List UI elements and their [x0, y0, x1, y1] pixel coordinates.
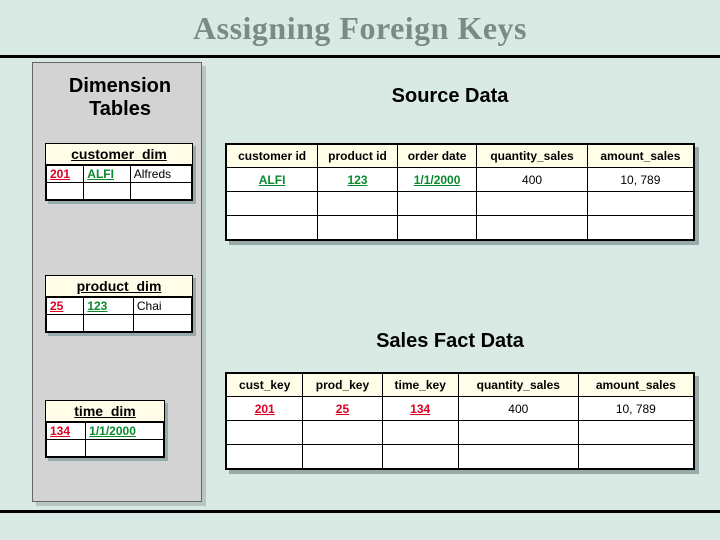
customer-dim-caption: customer_dim	[46, 144, 192, 165]
time-dim-key: 134	[47, 423, 86, 440]
col-header: order date	[397, 145, 477, 168]
table-row	[47, 315, 192, 332]
table-row: 134 1/1/2000	[47, 423, 164, 440]
col-header: quantity_sales	[477, 145, 587, 168]
page-title: Assigning Foreign Keys	[0, 0, 720, 47]
fact-cell: 400	[458, 397, 578, 421]
dimension-heading-text: Dimension Tables	[69, 75, 171, 120]
col-header: amount_sales	[587, 145, 693, 168]
customer-dim-name: Alfreds	[130, 166, 191, 183]
table-row	[47, 440, 164, 457]
dimension-heading: Dimension Tables	[40, 75, 200, 121]
table-row	[227, 421, 694, 445]
slide: Assigning Foreign Keys Dimension Tables …	[0, 0, 720, 540]
col-header: cust_key	[227, 374, 303, 397]
table-row: 201 25 134 400 10, 789	[227, 397, 694, 421]
src-cell: 123	[318, 168, 398, 192]
fact-heading: Sales Fact Data	[300, 330, 600, 353]
customer-dim-code: ALFI	[84, 166, 130, 183]
fact-cell: 10, 789	[578, 397, 693, 421]
divider-bottom	[0, 510, 720, 513]
table-row: 201 ALFI Alfreds	[47, 166, 192, 183]
product-dim-table: product_dim 25 123 Chai	[45, 275, 193, 333]
time-dim-caption: time_dim	[46, 401, 164, 422]
time-dim-table: time_dim 134 1/1/2000	[45, 400, 165, 458]
table-header-row: cust_key prod_key time_key quantity_sale…	[227, 374, 694, 397]
src-cell: 10, 789	[587, 168, 693, 192]
col-header: quantity_sales	[458, 374, 578, 397]
table-row: 25 123 Chai	[47, 298, 192, 315]
product-dim-caption: product_dim	[46, 276, 192, 297]
col-header: prod_key	[303, 374, 382, 397]
table-row	[227, 216, 694, 240]
source-data-table: customer id product id order date quanti…	[225, 143, 695, 241]
fact-cell: 201	[227, 397, 303, 421]
customer-dim-table: customer_dim 201 ALFI Alfreds	[45, 143, 193, 201]
col-header: time_key	[382, 374, 458, 397]
table-header-row: customer id product id order date quanti…	[227, 145, 694, 168]
customer-dim-key: 201	[47, 166, 84, 183]
table-row	[227, 445, 694, 469]
col-header: amount_sales	[578, 374, 693, 397]
divider-top	[0, 55, 720, 58]
table-row	[227, 192, 694, 216]
src-cell: ALFI	[227, 168, 318, 192]
time-dim-date: 1/1/2000	[86, 423, 164, 440]
col-header: customer id	[227, 145, 318, 168]
product-dim-code: 123	[84, 298, 134, 315]
col-header: product id	[318, 145, 398, 168]
product-dim-key: 25	[47, 298, 84, 315]
fact-data-table: cust_key prod_key time_key quantity_sale…	[225, 372, 695, 470]
src-cell: 1/1/2000	[397, 168, 477, 192]
source-heading: Source Data	[300, 85, 600, 108]
fact-cell: 25	[303, 397, 382, 421]
fact-cell: 134	[382, 397, 458, 421]
table-row	[47, 183, 192, 200]
src-cell: 400	[477, 168, 587, 192]
product-dim-name: Chai	[133, 298, 191, 315]
table-row: ALFI 123 1/1/2000 400 10, 789	[227, 168, 694, 192]
